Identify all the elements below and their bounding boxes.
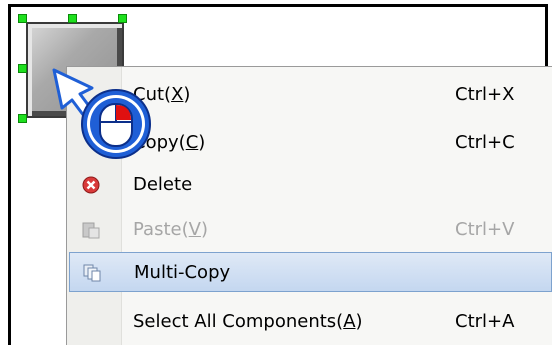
menu-item-label: Multi-Copy xyxy=(134,262,231,283)
multi-copy-icon xyxy=(83,264,101,282)
shortcut-label: Ctrl+V xyxy=(455,219,515,240)
selection-handle-l[interactable] xyxy=(18,64,27,73)
delete-icon xyxy=(82,176,100,194)
selection-handle-tl[interactable] xyxy=(18,14,27,23)
selection-handle-tr[interactable] xyxy=(118,14,127,23)
paste-icon xyxy=(82,222,100,239)
menu-item-delete[interactable]: Delete xyxy=(69,165,552,205)
menu-item-paste[interactable]: Paste(V) Ctrl+V xyxy=(69,210,552,250)
shortcut-label: Ctrl+X xyxy=(455,84,515,105)
selection-handle-t[interactable] xyxy=(68,14,77,23)
shortcut-label: Ctrl+A xyxy=(455,311,515,332)
shortcut-label: Ctrl+C xyxy=(455,132,515,153)
mouse-right-click-icon xyxy=(52,68,151,159)
menu-item-label: Delete xyxy=(133,174,193,195)
menu-item-multi-copy[interactable]: Multi-Copy xyxy=(69,252,552,292)
selection-handle-bl[interactable] xyxy=(18,114,27,123)
menu-item-select-all[interactable]: Select All Components(A) Ctrl+A xyxy=(69,302,552,342)
